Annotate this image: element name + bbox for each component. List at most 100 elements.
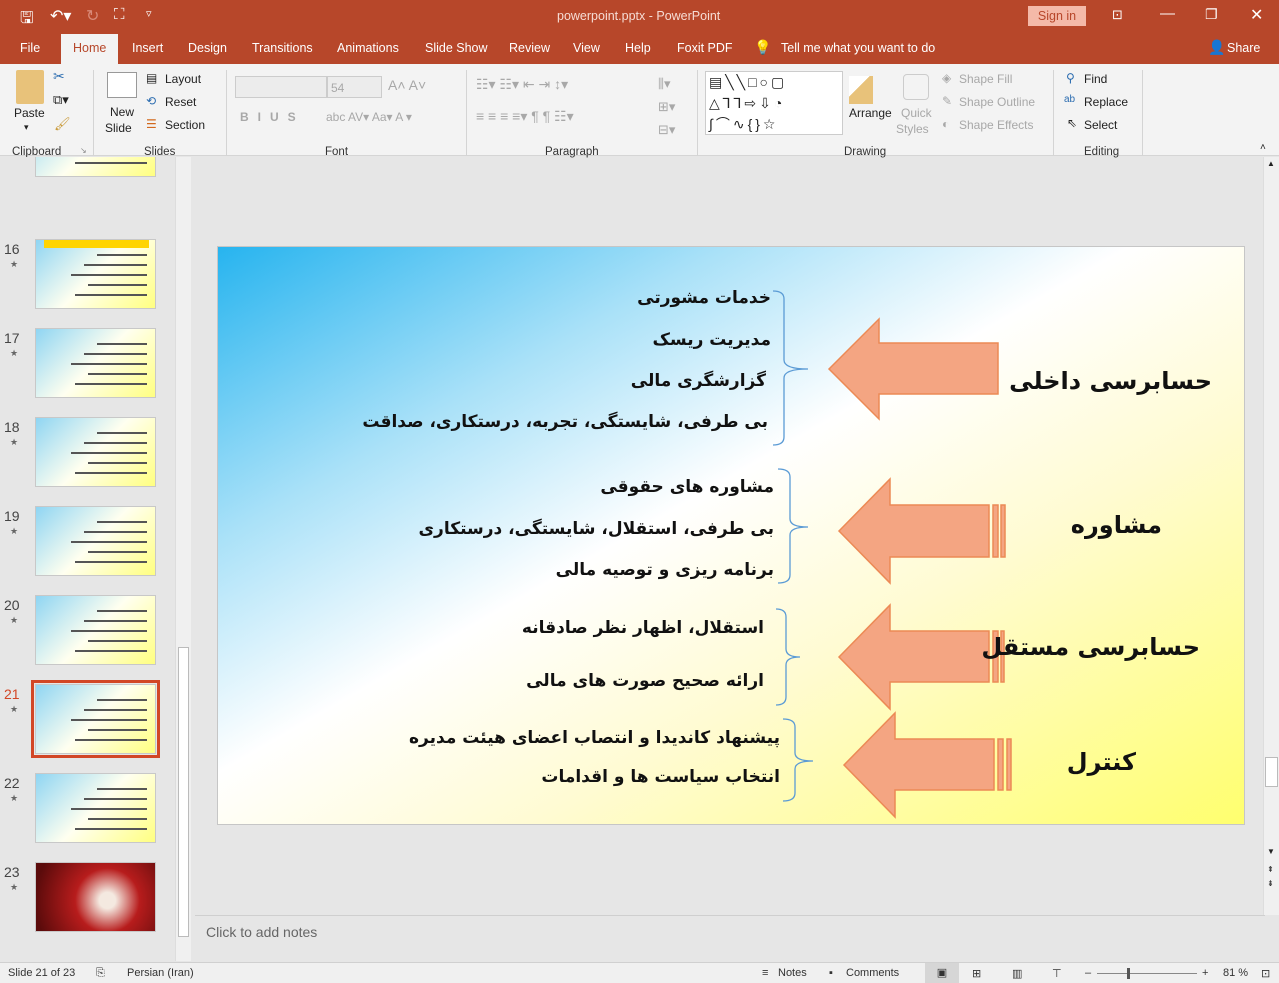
normal-view-button[interactable]: ▣ xyxy=(925,963,959,983)
animation-star-icon: ★ xyxy=(10,348,19,358)
new-slide-label-1[interactable]: New xyxy=(110,105,134,119)
comments-icon: ▪ xyxy=(829,967,833,979)
find-button[interactable]: Find xyxy=(1084,72,1107,86)
thumbnail-number: 16 xyxy=(4,241,20,257)
shape-outline-button[interactable]: Shape Outline xyxy=(959,95,1035,109)
lightbulb-icon: 💡 xyxy=(754,39,772,55)
paste-dropdown-icon[interactable]: ▾ xyxy=(24,122,29,133)
brace-shape xyxy=(775,608,801,706)
slide-thumbnail[interactable] xyxy=(35,506,156,576)
slide-canvas[interactable]: حسابرسی داخلی خدمات مشورتی مدیریت ریسک گ… xyxy=(217,246,1245,825)
zoom-in-button[interactable]: + xyxy=(1202,967,1208,979)
undo-icon[interactable]: ↶▾ xyxy=(50,6,71,26)
slide-thumbnail[interactable] xyxy=(35,417,156,487)
zoom-out-button[interactable]: – xyxy=(1085,967,1091,979)
ribbon-display-options-icon[interactable]: ⊡ xyxy=(1112,7,1123,23)
slide-show-button[interactable]: ⊤ xyxy=(1052,967,1062,980)
tab-transitions[interactable]: Transitions xyxy=(252,41,313,55)
slide-scroll-thumb[interactable] xyxy=(1265,757,1278,787)
new-slide-icon[interactable] xyxy=(107,72,137,98)
tab-file[interactable]: File xyxy=(20,41,40,55)
tab-slide-show[interactable]: Slide Show xyxy=(425,41,488,55)
save-icon[interactable]: 🖫 xyxy=(20,7,34,34)
section-button[interactable]: Section xyxy=(165,118,205,132)
tab-view[interactable]: View xyxy=(573,41,600,55)
slide-sorter-button[interactable]: ⊞ xyxy=(972,967,981,980)
arrange-button[interactable]: Arrange xyxy=(849,106,892,120)
minimize-button[interactable]: — xyxy=(1160,5,1175,22)
paste-icon[interactable] xyxy=(16,70,44,104)
tab-home[interactable]: Home xyxy=(61,34,119,64)
notes-icon: ≡ xyxy=(762,967,769,979)
thumbnail-scroll-thumb[interactable] xyxy=(178,647,189,937)
increase-font-icon[interactable]: A˄ A˅ xyxy=(388,77,426,93)
notes-button[interactable]: Notes xyxy=(778,967,807,979)
slide-scrollbar[interactable]: ▲ ▼ ⇞ ⇟ xyxy=(1263,157,1279,915)
zoom-slider[interactable] xyxy=(1097,968,1197,979)
reset-icon: ⟲ xyxy=(146,94,157,108)
select-button[interactable]: Select xyxy=(1084,118,1117,132)
reading-view-button[interactable]: ▥ xyxy=(1012,967,1022,980)
tab-foxit-pdf[interactable]: Foxit PDF xyxy=(677,41,733,55)
slide-thumbnail-pane: 15★16★17★18★19★20★21★22★23★ xyxy=(0,157,175,961)
alignment-icons[interactable]: ≡ ≡ ≡ ≡▾ ¶ ¶ ☷▾ xyxy=(476,108,574,125)
restore-button[interactable]: ❐ xyxy=(1205,6,1218,23)
shapes-gallery[interactable]: ▤╲╲□○▢ △⅂⅂⇨⇩◔ ∫⌒∿{}☆ xyxy=(705,71,843,135)
slide-thumbnail[interactable] xyxy=(35,862,156,932)
start-presentation-icon[interactable]: ⛶ xyxy=(114,6,125,23)
brace-shape xyxy=(777,468,809,584)
replace-button[interactable]: Replace xyxy=(1084,95,1128,109)
notes-pane[interactable]: Click to add notes xyxy=(195,915,1265,961)
tab-review[interactable]: Review xyxy=(509,41,550,55)
font-name-dropdown[interactable] xyxy=(235,76,327,98)
language-indicator[interactable]: Persian (Iran) xyxy=(127,967,194,979)
previous-slide-icon[interactable]: ⇞ xyxy=(1267,865,1274,874)
close-button[interactable]: ✕ xyxy=(1250,5,1263,25)
slide-thumbnail[interactable] xyxy=(35,239,156,309)
sign-in-button[interactable]: Sign in xyxy=(1028,6,1086,26)
fit-slide-button[interactable]: ⊡ xyxy=(1261,967,1270,980)
animation-star-icon: ★ xyxy=(10,793,19,803)
layout-button[interactable]: Layout xyxy=(165,72,201,86)
cut-icon[interactable]: ✂ xyxy=(53,68,65,85)
tab-animations[interactable]: Animations xyxy=(337,41,399,55)
shape-fill-button[interactable]: Shape Fill xyxy=(959,72,1012,86)
quick-styles-label-2[interactable]: Styles xyxy=(896,122,929,136)
next-slide-icon[interactable]: ⇟ xyxy=(1267,879,1274,888)
clipboard-launcher-icon[interactable]: ↘ xyxy=(80,146,87,155)
customize-toolbar-icon[interactable]: ▿ xyxy=(146,7,152,20)
redo-icon[interactable]: ↻ xyxy=(86,6,99,26)
tell-me-search[interactable]: Tell me what you want to do xyxy=(781,41,935,55)
tab-design[interactable]: Design xyxy=(188,41,227,55)
tab-help[interactable]: Help xyxy=(625,41,651,55)
format-painter-icon[interactable]: 🖌 xyxy=(54,116,71,132)
font-size-dropdown[interactable]: 54 xyxy=(327,76,382,98)
font-more-buttons[interactable]: abc AV▾ Aa▾ A ▾ xyxy=(326,110,412,124)
font-format-buttons[interactable]: BIUS xyxy=(240,110,305,124)
comments-button[interactable]: Comments xyxy=(846,967,899,979)
slide-thumbnail[interactable] xyxy=(35,773,156,843)
slide-text-line: بی طرفی، استقلال، شایستگی، درستکاری xyxy=(418,519,774,539)
scroll-up-icon[interactable]: ▲ xyxy=(1267,159,1275,168)
shape-effects-button[interactable]: Shape Effects xyxy=(959,118,1034,132)
new-slide-label-2[interactable]: Slide xyxy=(105,121,132,135)
quick-styles-label-1[interactable]: Quick xyxy=(901,106,932,120)
share-button[interactable]: Share xyxy=(1227,41,1260,55)
paste-button[interactable]: Paste xyxy=(14,106,45,120)
drawing-group-label: Drawing xyxy=(844,146,887,158)
slide-thumbnail[interactable] xyxy=(31,680,160,758)
zoom-slider-thumb[interactable] xyxy=(1127,968,1131,979)
scroll-down-icon[interactable]: ▼ xyxy=(1267,847,1275,856)
bullets-icons[interactable]: ☷▾ ☷▾ ⇤ ⇥ ↕▾ xyxy=(476,76,568,93)
collapse-ribbon-icon[interactable]: ˄ xyxy=(1260,142,1266,153)
text-direction-icons[interactable]: ⫼▾ ⊞▾ ⊟▾ xyxy=(658,72,675,141)
tab-insert[interactable]: Insert xyxy=(132,41,163,55)
spell-check-icon[interactable]: ⎘ xyxy=(96,967,105,980)
zoom-level[interactable]: 81 % xyxy=(1223,967,1248,979)
reset-button[interactable]: Reset xyxy=(165,95,196,109)
thumbnail-scrollbar[interactable] xyxy=(175,157,191,961)
slide-thumbnail[interactable] xyxy=(35,157,156,177)
copy-icon[interactable]: ⧉▾ xyxy=(53,92,69,108)
slide-thumbnail[interactable] xyxy=(35,595,156,665)
slide-thumbnail[interactable] xyxy=(35,328,156,398)
